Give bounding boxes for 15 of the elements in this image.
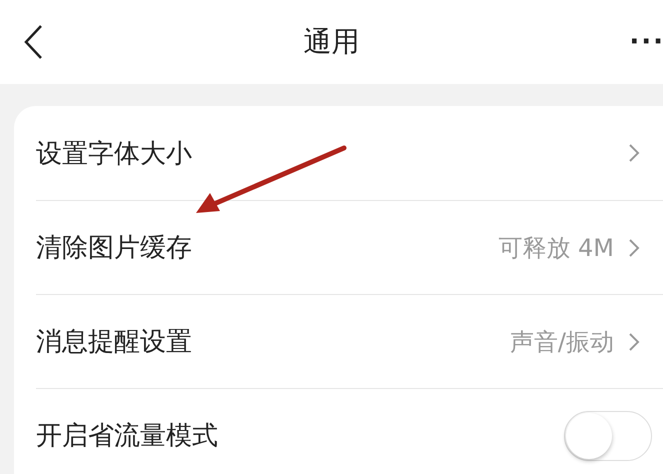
chevron-icon	[628, 143, 640, 163]
chevron-icon	[628, 332, 640, 352]
chevron-icon	[628, 238, 640, 258]
settings-item[interactable]: 设置字体大小	[36, 106, 663, 200]
settings-item[interactable]: 消息提醒设置 声音/振动	[36, 294, 663, 388]
setting-value: 可释放 4M	[498, 232, 614, 264]
setting-value: 声音/振动	[510, 326, 614, 358]
more-menu-button[interactable]: ···	[629, 27, 663, 57]
back-icon[interactable]	[22, 24, 44, 60]
setting-label: 清除图片缓存	[36, 232, 192, 265]
toggle-switch[interactable]	[564, 410, 652, 460]
page-title: 通用	[304, 25, 360, 58]
setting-label: 消息提醒设置	[36, 326, 192, 359]
setting-label: 开启省流量模式	[36, 420, 218, 453]
setting-label: 设置字体大小	[36, 138, 192, 170]
